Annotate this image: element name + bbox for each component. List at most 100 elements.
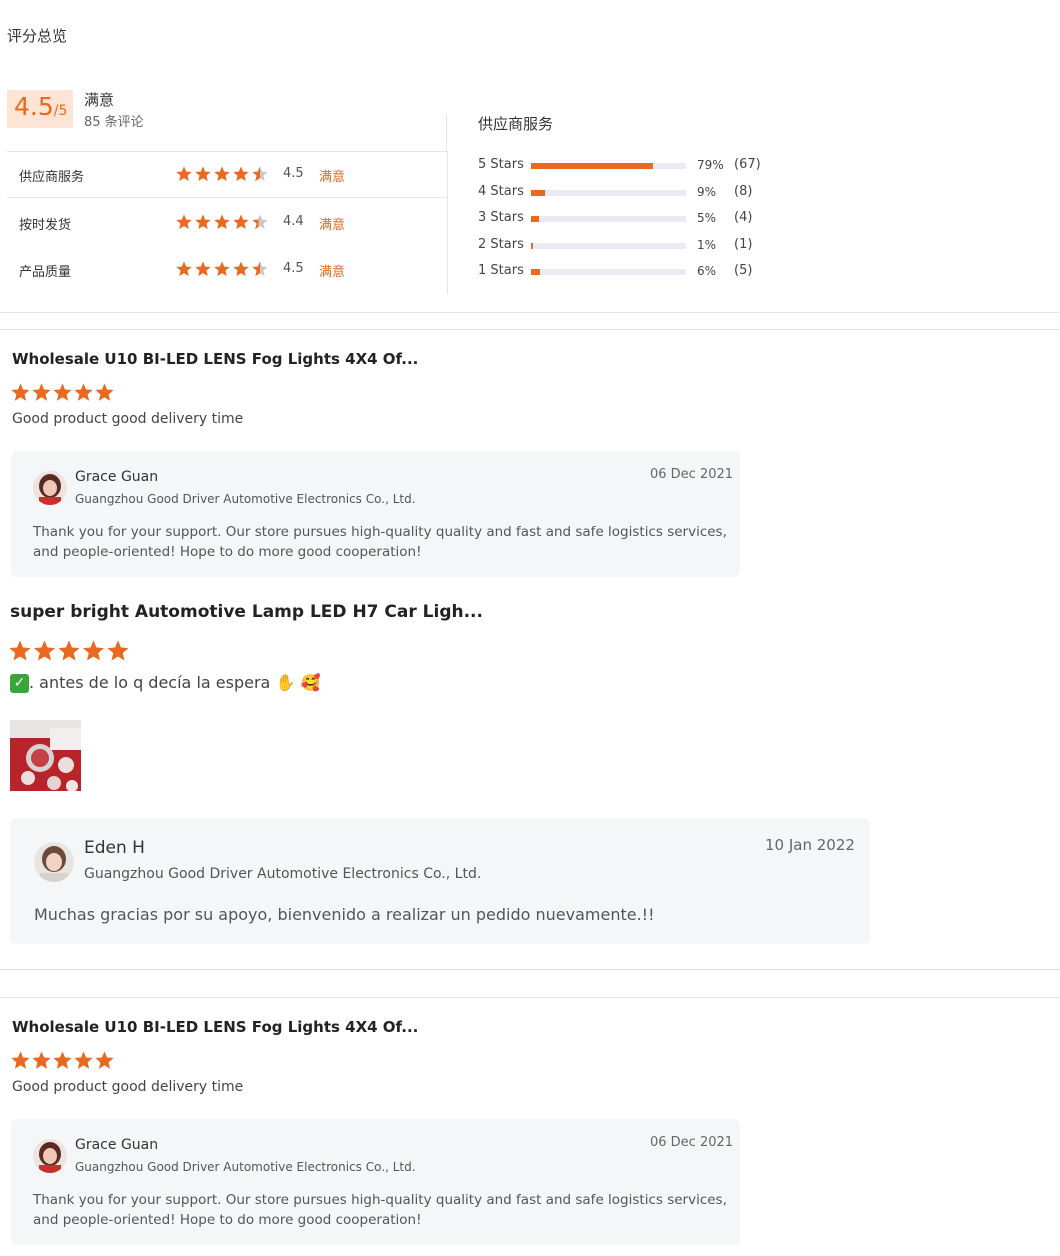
star-icon: [95, 1051, 114, 1069]
dimension-satisfaction: 满意: [319, 218, 346, 233]
dimension-satisfaction: 满意: [319, 265, 346, 280]
avatar-image: [34, 842, 74, 882]
overall-score-value: 4.5: [14, 92, 54, 121]
overall-satisfaction: 满意: [84, 91, 115, 109]
star-icon: [95, 383, 114, 401]
star-icon: [195, 166, 211, 181]
star-icon: [32, 1051, 51, 1069]
dimension-stars: [176, 261, 268, 276]
star-icon: [195, 214, 211, 229]
star-icon: [74, 383, 93, 401]
review-product-title[interactable]: super bright Automotive Lamp LED H7 Car …: [10, 602, 483, 622]
divider: [7, 197, 447, 198]
check-box-icon: ✓: [10, 674, 29, 693]
review-stars: [9, 640, 129, 661]
star-icon: [53, 1051, 72, 1069]
distribution-percent: 5%: [697, 211, 717, 225]
reply-date: 06 Dec 2021: [650, 1135, 734, 1150]
distribution-title: 供应商服务: [478, 115, 554, 133]
reply-message: Thank you for your support. Our store pu…: [33, 1192, 727, 1229]
star-icon: [9, 640, 31, 661]
distribution-percent: 6%: [697, 264, 717, 278]
dimension-name: 按时发货: [19, 218, 72, 233]
reply-company: Guangzhou Good Driver Automotive Electro…: [75, 492, 416, 506]
dimension-name: 供应商服务: [19, 170, 85, 185]
dimension-stars: [176, 214, 268, 229]
distribution-bar-fill: [531, 163, 654, 169]
dimension-stars: [176, 166, 268, 181]
distribution-bar: [531, 243, 686, 249]
distribution-bar-fill: [531, 269, 541, 275]
review-text-line: ✓. antes de lo q decía la espera ✋ 🥰: [10, 673, 320, 693]
avatar: [34, 842, 74, 882]
star-icon: [214, 214, 230, 229]
reply-message: Thank you for your support. Our store pu…: [33, 524, 727, 561]
dimension-satisfaction: 满意: [319, 170, 346, 185]
star-icon: [233, 261, 249, 276]
review-stars: [11, 1051, 114, 1069]
distribution-count: (4): [734, 210, 753, 225]
star-level-label: 3 Stars: [478, 210, 524, 225]
star-level-label: 5 Stars: [478, 157, 524, 172]
star-icon: [53, 383, 72, 401]
star-icon: [58, 640, 80, 661]
reply-author-name: Grace Guan: [75, 469, 159, 485]
dimension-name: 产品质量: [19, 265, 72, 280]
star-icon: [83, 640, 104, 661]
page-title: 评分总览: [7, 27, 68, 45]
review-stars: [11, 383, 114, 401]
distribution-bar: [531, 190, 686, 196]
review-product-title[interactable]: Wholesale U10 BI-LED LENS Fog Lights 4X4…: [12, 1018, 418, 1036]
section-divider: [0, 997, 1060, 998]
distribution-count: (8): [734, 184, 753, 199]
distribution-bar-fill: [531, 243, 533, 249]
star-level-label: 1 Stars: [478, 263, 524, 278]
review-text: . antes de lo q decía la espera: [29, 673, 271, 692]
review-count: 85 条评论: [84, 115, 144, 130]
divider: [446, 114, 447, 151]
reply-date: 10 Jan 2022: [765, 836, 855, 854]
star-icon: [214, 166, 230, 181]
star-level-label: 2 Stars: [478, 237, 524, 252]
reply-company: Guangzhou Good Driver Automotive Electro…: [84, 866, 482, 882]
dimension-value: 4.5: [283, 261, 304, 276]
star-icon: [176, 214, 192, 229]
section-divider: [0, 969, 1060, 970]
reply-author-name: Grace Guan: [75, 1137, 159, 1153]
distribution-percent: 79%: [697, 158, 724, 172]
distribution-bar-fill: [531, 190, 545, 196]
overall-score: 4.5/5: [14, 92, 67, 121]
star-icon: [233, 214, 249, 229]
avatar: [33, 1139, 67, 1173]
distribution-percent: 9%: [697, 185, 717, 199]
star-icon: [176, 261, 192, 276]
dimension-value: 4.5: [283, 166, 304, 181]
review-text: Good product good delivery time: [12, 1079, 244, 1095]
avatar-image: [33, 471, 67, 505]
star-icon: [176, 166, 192, 181]
star-icon: [11, 383, 30, 401]
star-level-label: 4 Stars: [478, 184, 524, 199]
section-divider: [0, 312, 1060, 313]
review-emoji: ✋ 🥰: [275, 673, 321, 692]
dimension-value: 4.4: [283, 214, 304, 229]
overall-score-suffix: /5: [53, 103, 68, 119]
distribution-bar: [531, 269, 686, 275]
distribution-bar: [531, 216, 686, 222]
star-icon: [74, 1051, 93, 1069]
star-icon: [195, 261, 211, 276]
avatar-image: [33, 1139, 67, 1173]
reply-company: Guangzhou Good Driver Automotive Electro…: [75, 1160, 416, 1174]
reply-author-name: Eden H: [84, 838, 145, 858]
review-photo-thumbnail[interactable]: [10, 720, 81, 792]
distribution-bar: [531, 163, 686, 169]
distribution-count: (67): [734, 157, 761, 172]
section-divider: [0, 329, 1060, 330]
photo-image: [10, 720, 81, 792]
review-product-title[interactable]: Wholesale U10 BI-LED LENS Fog Lights 4X4…: [12, 350, 418, 368]
reply-date: 06 Dec 2021: [650, 467, 734, 482]
star-icon: [233, 166, 249, 181]
star-icon: [214, 261, 230, 276]
reply-message: Muchas gracias por su apoyo, bienvenido …: [34, 905, 655, 924]
star-icon: [32, 383, 51, 401]
